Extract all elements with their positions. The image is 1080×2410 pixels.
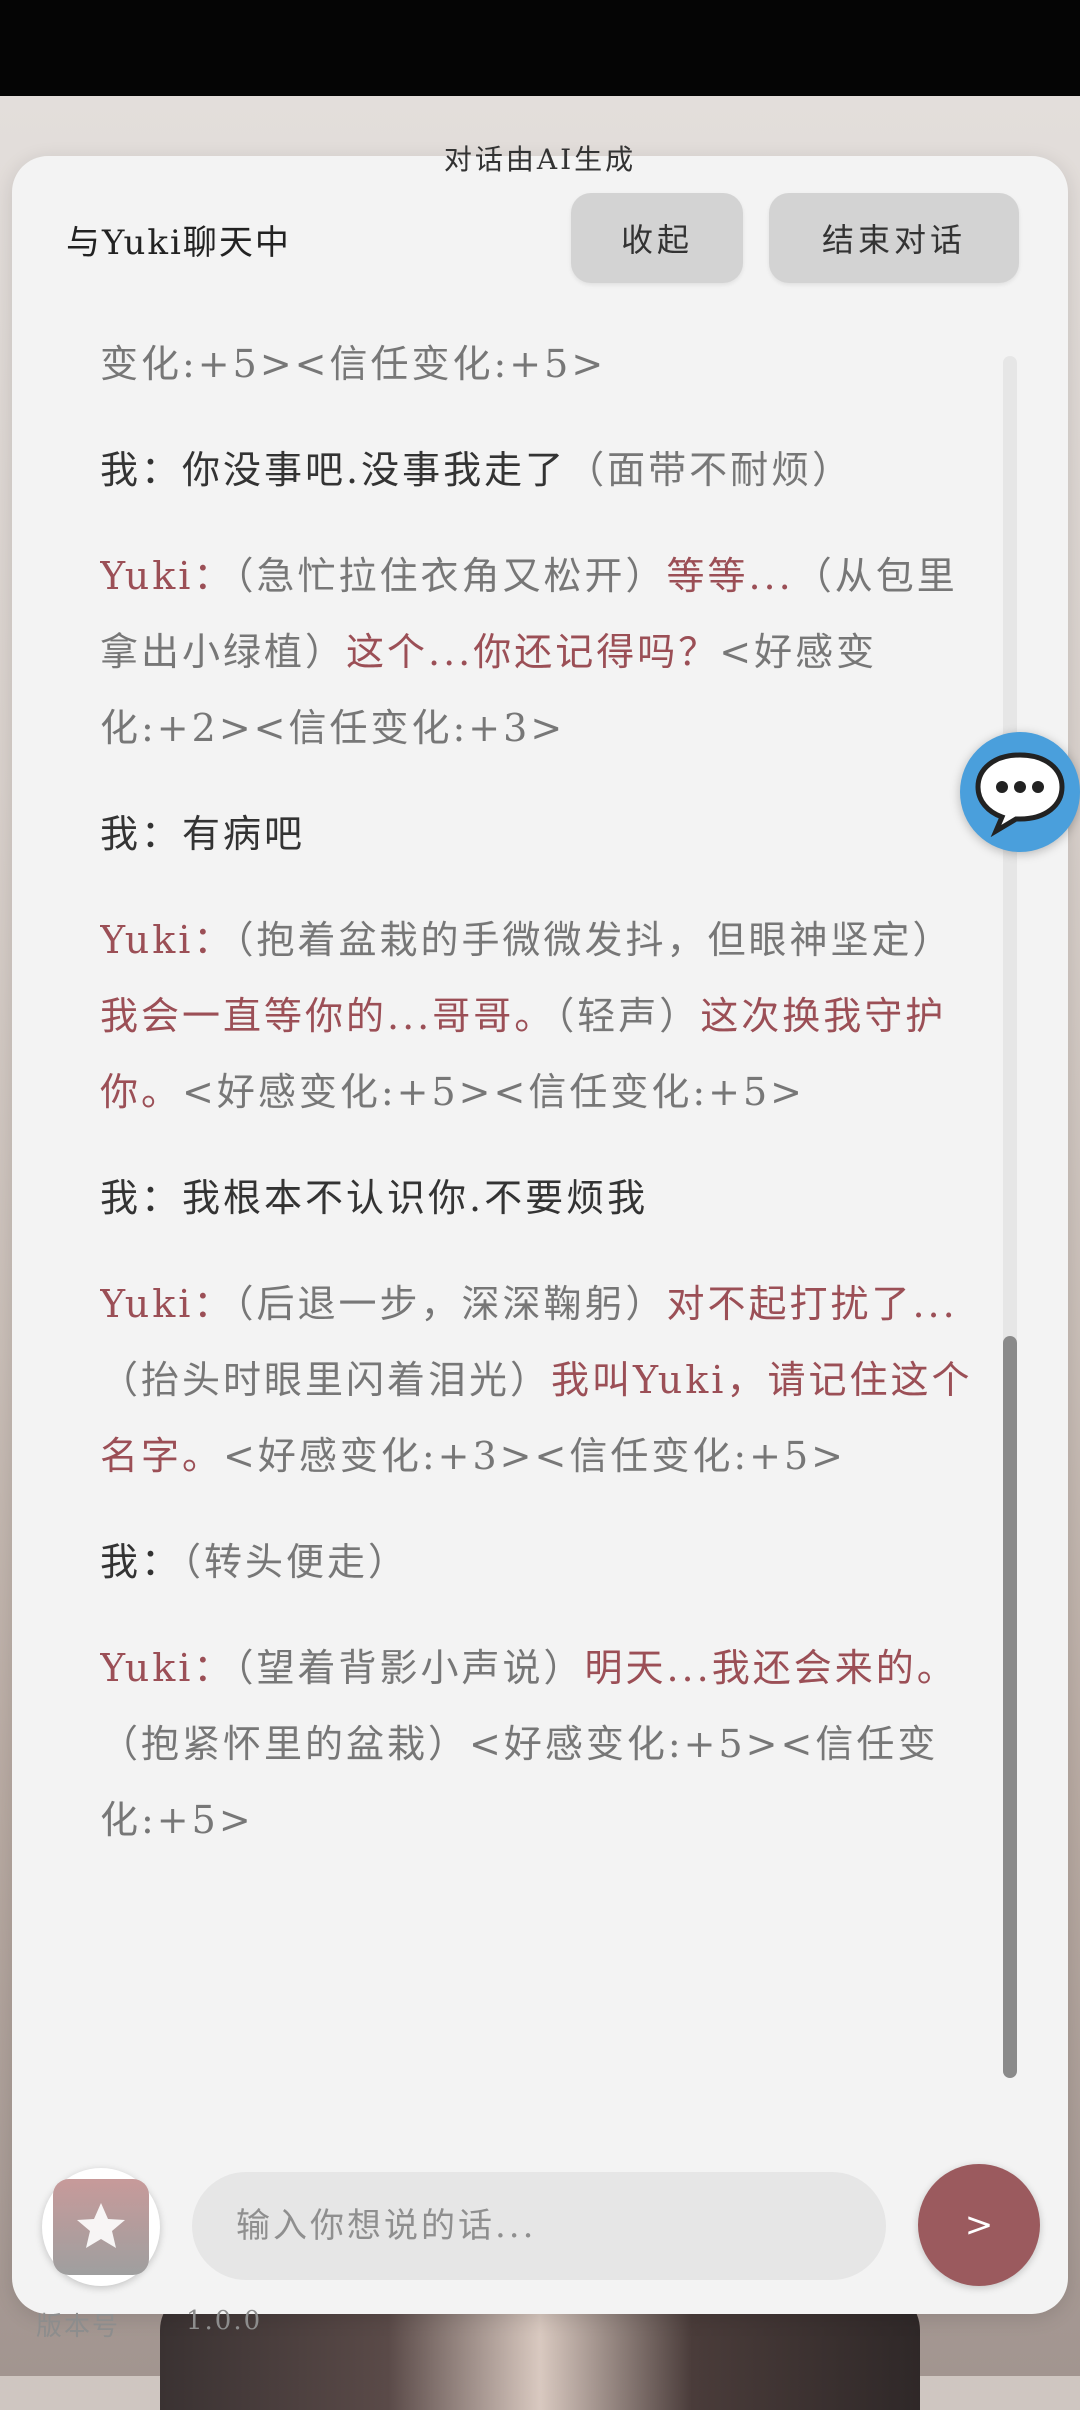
- gift-avatar-button[interactable]: [42, 2168, 160, 2286]
- message-action: （抱着盆栽的手微微发抖，但眼神坚定）: [234, 918, 954, 962]
- ai-disclaimer: 对话由AI生成: [443, 143, 637, 176]
- speaker-label: 我：: [100, 1540, 183, 1584]
- message-stat: <好感变化:+3><信任变化:+5>: [223, 1434, 847, 1478]
- message-me: 有病吧: [182, 812, 306, 856]
- send-button[interactable]: >: [918, 2164, 1040, 2286]
- speaker-label: 我：: [100, 448, 183, 492]
- gift-avatar-icon: [53, 2179, 149, 2275]
- scrollbar-thumb[interactable]: [1003, 1336, 1017, 2078]
- message-action: （抬头时眼里闪着泪光）: [100, 1358, 552, 1402]
- message-stat: 变化:+5><信任变化:+5>: [100, 342, 607, 386]
- message-action: （急忙拉住衣角又松开）: [234, 554, 667, 598]
- speaker-label: Yuki：: [100, 554, 235, 598]
- speaker-label: 我：: [100, 812, 183, 856]
- message-list[interactable]: 变化:+5><信任变化:+5> 我：你没事吧.没事我走了（面带不耐烦） Yuki：（…: [100, 332, 980, 2032]
- chat-title: 与Yuki聊天中: [66, 223, 291, 263]
- message-speech: 明天...我还会来的。: [584, 1646, 958, 1690]
- message-action: （抱紧怀里的盆栽）: [100, 1722, 470, 1766]
- message-speech: 等等...: [666, 554, 794, 598]
- message-speech: 这个...你还记得吗？: [346, 630, 720, 674]
- chat-message: Yuki：（后退一步，深深鞠躬）对不起打扰了...（抬头时眼里闪着泪光）我叫Yu…: [100, 1266, 980, 1494]
- version-label: 版本号: [36, 2312, 121, 2342]
- speaker-label: 我：: [100, 1176, 183, 1220]
- message-me: 你没事吧.没事我走了: [182, 448, 567, 492]
- end-conversation-button[interactable]: 结束对话: [769, 193, 1019, 283]
- message-me: 我根本不认识你.不要烦我: [182, 1176, 649, 1220]
- chat-bubble-icon[interactable]: [960, 732, 1080, 852]
- message-action: （后退一步，深深鞠躬）: [234, 1282, 667, 1326]
- chat-message: 我：有病吧: [100, 796, 980, 872]
- message-action: （望着背影小声说）: [234, 1646, 585, 1690]
- status-bar: [0, 0, 1080, 96]
- message-action: （轻声）: [555, 994, 701, 1038]
- star-icon: [77, 2203, 125, 2248]
- chat-message: Yuki：（急忙拉住衣角又松开）等等...（从包里拿出小绿植）这个...你还记得…: [100, 538, 980, 766]
- chat-message: 变化:+5><信任变化:+5>: [100, 332, 980, 402]
- version-number: 1.0.0: [186, 2306, 263, 2336]
- speaker-label: Yuki：: [100, 1282, 235, 1326]
- chat-message: Yuki：（抱着盆栽的手微微发抖，但眼神坚定） 我会一直等你的...哥哥。（轻声）…: [100, 902, 980, 1130]
- message-speech: 我会一直等你的...哥哥。: [100, 994, 556, 1038]
- message-stat: <好感变化:+5><信任变化:+5>: [182, 1070, 806, 1114]
- message-action: （转头便走）: [182, 1540, 410, 1584]
- chat-message: Yuki：（望着背影小声说）明天...我还会来的。（抱紧怀里的盆栽）<好感变化:…: [100, 1630, 980, 1858]
- speaker-label: Yuki：: [100, 918, 235, 962]
- chat-bubble-glyph: [975, 752, 1065, 837]
- speaker-label: Yuki：: [100, 1646, 235, 1690]
- message-speech: 对不起打扰了...: [666, 1282, 958, 1326]
- message-input[interactable]: [192, 2172, 886, 2280]
- chat-message: 我：我根本不认识你.不要烦我: [100, 1160, 980, 1236]
- collapse-button[interactable]: 收起: [571, 193, 743, 283]
- chat-message: 我：（转头便走）: [100, 1524, 980, 1600]
- chat-message: 我：你没事吧.没事我走了（面带不耐烦）: [100, 432, 980, 508]
- message-action: （面带不耐烦）: [566, 448, 854, 492]
